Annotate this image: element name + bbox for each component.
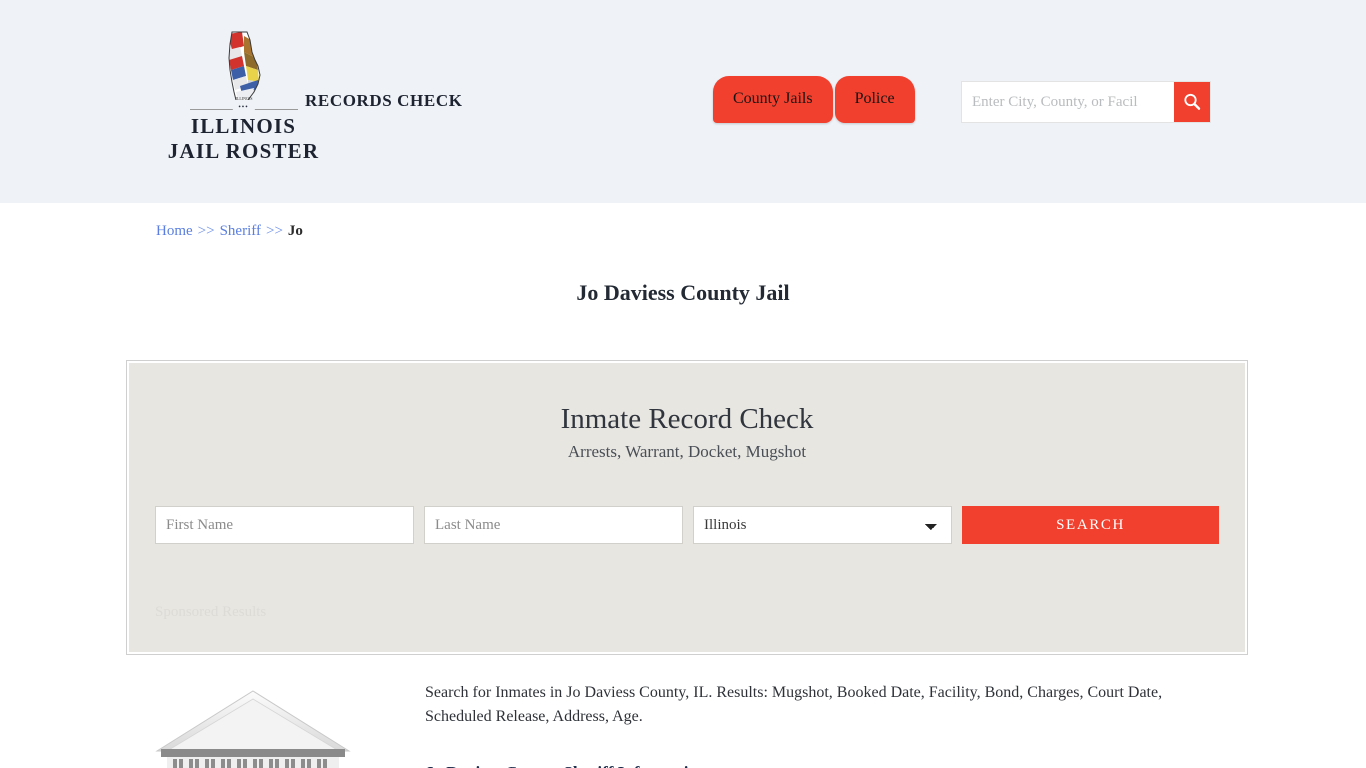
nav-tab-police[interactable]: Police [834, 76, 915, 123]
logo-divider [189, 109, 298, 110]
logo-text-line2: JAIL ROSTER [167, 139, 320, 163]
inmate-search-description: Search for Inmates in Jo Daviess County,… [425, 684, 1163, 725]
search-icon [1184, 93, 1201, 110]
panel-subtitle: Arrests, Warrant, Docket, Mugshot [567, 442, 807, 461]
search-button[interactable]: SEARCH [962, 506, 1219, 544]
records-check-label: RECORDS CHECK [305, 91, 463, 110]
sheriff-information-heading: Jo Daviess County Sheriff Information [425, 763, 1213, 768]
illinois-state-outline-flag-icon: ILLINOIS [214, 30, 274, 106]
inmate-record-check-panel: Inmate Record Check Arrests, Warrant, Do… [126, 360, 1248, 655]
nav-tab-county-jails[interactable]: County Jails [713, 76, 833, 123]
courthouse-building-icon [123, 681, 423, 768]
header-search-form [961, 81, 1211, 123]
lower-text-block: Search for Inmates in Jo Daviess County,… [423, 681, 1213, 768]
breadcrumb-current: Jo [287, 223, 303, 239]
lower-content: Search for Inmates in Jo Daviess County,… [123, 681, 1243, 768]
last-name-input[interactable] [424, 506, 683, 544]
first-name-input[interactable] [155, 506, 414, 544]
breadcrumb-home[interactable]: Home [156, 223, 193, 239]
header-search-input[interactable] [962, 82, 1174, 122]
page-title: Jo Daviess County Jail [576, 280, 790, 305]
panel-title: Inmate Record Check [560, 403, 814, 435]
breadcrumb: Home >> Sheriff >> Jo [123, 203, 1243, 240]
inmate-search-form: Illinois SEARCH [155, 506, 1219, 544]
site-header: ILLINOIS ILLINOIS JAIL ROSTER RECORDS CH… [0, 0, 1366, 203]
breadcrumb-separator-2: >> [265, 223, 283, 239]
state-select[interactable]: Illinois [693, 506, 952, 544]
primary-nav: County Jails Police [713, 76, 915, 123]
header-inner: ILLINOIS ILLINOIS JAIL ROSTER RECORDS CH… [123, 0, 1243, 203]
logo-text-line1: ILLINOIS [190, 114, 297, 138]
breadcrumb-separator-1: >> [197, 223, 215, 239]
header-search-button[interactable] [1174, 82, 1210, 122]
breadcrumb-sheriff[interactable]: Sheriff [220, 223, 261, 239]
sponsored-results-label: Sponsored Results [155, 604, 267, 620]
page-body: Home >> Sheriff >> Jo Jo Daviess County Jail… [123, 203, 1248, 768]
